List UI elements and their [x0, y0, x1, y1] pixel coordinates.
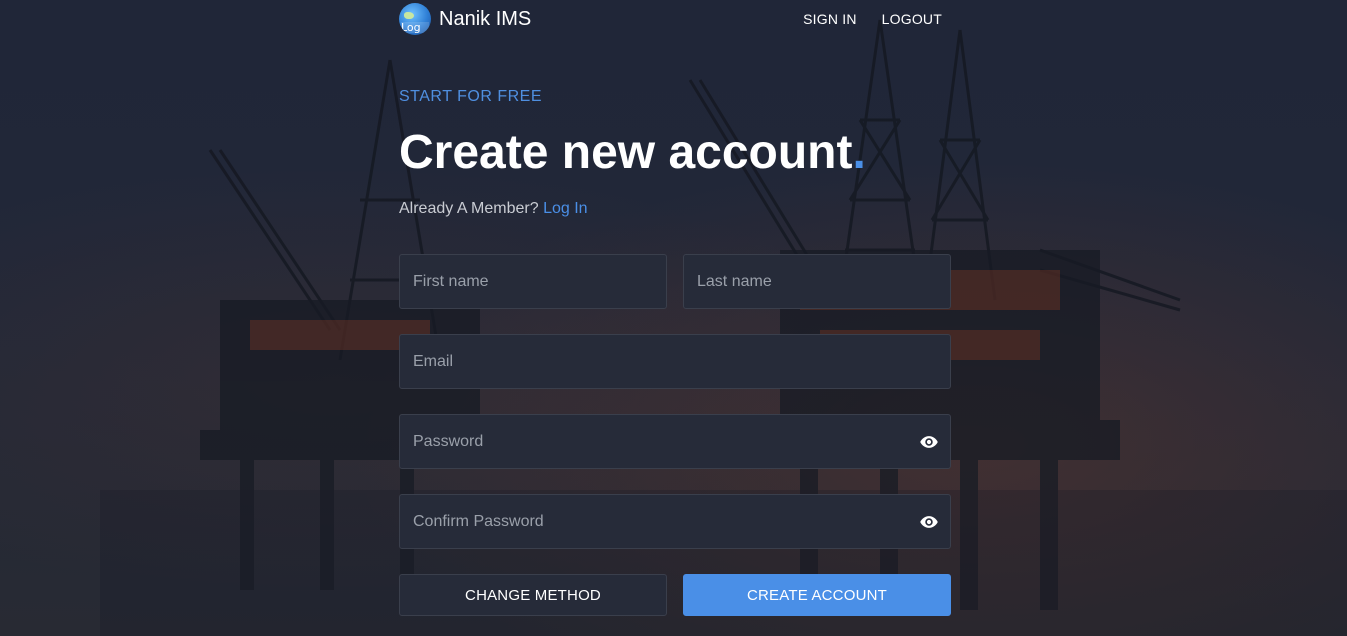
page-title-text: Create new account: [399, 126, 853, 179]
eye-icon[interactable]: [918, 432, 940, 452]
logout-link[interactable]: LOGOUT: [882, 11, 942, 27]
last-name-input[interactable]: [684, 255, 950, 308]
confirm-password-field: [399, 494, 951, 549]
eyebrow-text: START FOR FREE: [399, 88, 543, 105]
login-link[interactable]: Log In: [543, 200, 587, 217]
logo-alt-text: Log: [401, 22, 429, 33]
top-nav: Log Nanik IMS SIGN IN LOGOUT: [399, 0, 951, 38]
first-name-input[interactable]: [400, 255, 666, 308]
last-name-field: [683, 254, 951, 309]
logo-icon: Log: [399, 3, 431, 35]
email-input[interactable]: [400, 335, 950, 388]
page-title: Create new account.: [399, 124, 866, 182]
password-input[interactable]: [400, 415, 950, 468]
brand-link[interactable]: Log Nanik IMS: [399, 3, 531, 35]
create-account-button[interactable]: CREATE ACCOUNT: [683, 574, 951, 616]
brand-name: Nanik IMS: [439, 7, 532, 30]
member-prompt: Already A Member? Log In: [399, 200, 588, 218]
password-field: [399, 414, 951, 469]
email-field: [399, 334, 951, 389]
logo-land-shape: [404, 12, 414, 19]
sign-in-link[interactable]: SIGN IN: [803, 11, 857, 27]
change-method-button[interactable]: CHANGE METHOD: [399, 574, 667, 616]
first-name-field: [399, 254, 667, 309]
nav-links: SIGN IN LOGOUT: [803, 11, 942, 27]
title-dot: .: [852, 126, 866, 179]
eye-icon[interactable]: [918, 512, 940, 532]
member-text: Already A Member?: [399, 200, 539, 217]
confirm-password-input[interactable]: [400, 495, 950, 548]
